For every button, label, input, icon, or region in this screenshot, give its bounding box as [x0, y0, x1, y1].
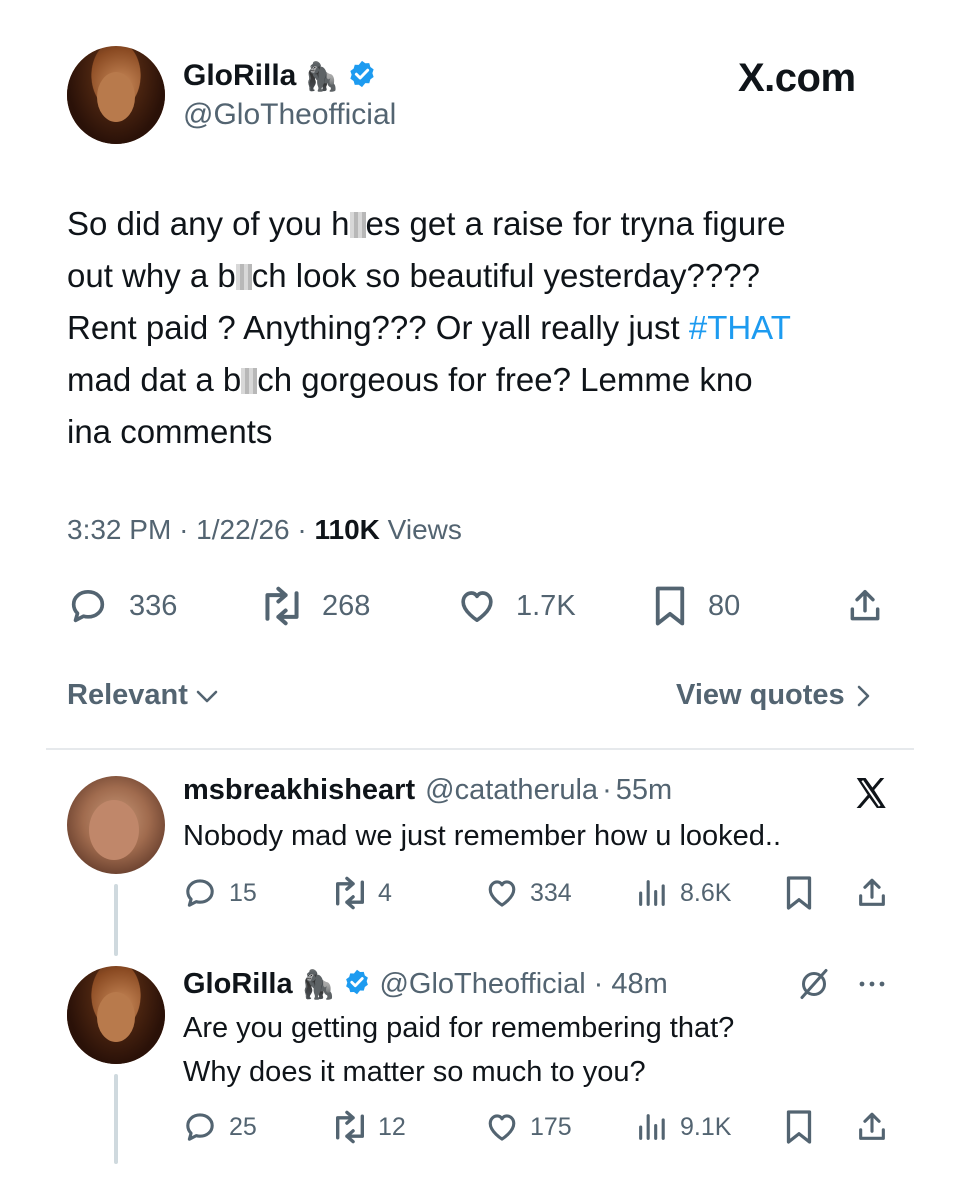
bookmark-button[interactable] [784, 1109, 814, 1145]
tweet-time[interactable]: 3:32 PM [67, 514, 171, 545]
tweet-line-2: out why a b ch look so beautiful yesterda… [67, 257, 760, 294]
repost-icon [265, 586, 299, 626]
like-count: 1.7K [516, 589, 576, 622]
more-options-icon[interactable] [854, 972, 890, 1001]
thread-line [114, 884, 118, 956]
analytics-icon [639, 1114, 665, 1140]
heart-icon [488, 1114, 516, 1141]
views-count: 110K [314, 514, 380, 545]
censor-blur [235, 264, 252, 290]
views-button[interactable]: 8.6K [634, 875, 731, 911]
repost-button[interactable]: 4 [330, 875, 392, 911]
reply-avatar[interactable] [67, 776, 165, 874]
bookmark-icon [786, 876, 812, 910]
like-count: 175 [530, 1112, 572, 1141]
tweet-meta: 3:32 PM · 1/22/26 · 110K Views [67, 514, 462, 545]
reply-button[interactable]: 15 [183, 875, 257, 911]
repost-icon [336, 1110, 364, 1144]
chevron-right-icon [857, 685, 869, 706]
share-icon [859, 1112, 885, 1140]
repost-button[interactable]: 268 [258, 586, 370, 626]
analytics-icon [639, 880, 665, 906]
bookmark-icon [655, 586, 685, 626]
author-handle[interactable]: @GloTheofficial [183, 98, 396, 132]
share-button[interactable] [855, 875, 889, 911]
reply-icon [186, 1113, 214, 1141]
reply-author-name[interactable]: GloRilla [183, 968, 293, 1001]
reply-age[interactable]: 55m [616, 774, 672, 807]
reply-author-name[interactable]: msbreakhisheart [183, 774, 415, 807]
relevant-label: Relevant [67, 679, 188, 711]
author-avatar[interactable] [67, 46, 165, 144]
like-count: 334 [530, 878, 572, 907]
tweet-line-4: mad dat a b ch gorgeous for free? Lemme k… [67, 361, 753, 398]
x-logo-icon [852, 774, 890, 817]
reply-icon [186, 879, 214, 907]
share-button[interactable] [855, 1109, 889, 1145]
like-button[interactable]: 334 [484, 875, 572, 911]
reply-count: 25 [229, 1112, 257, 1141]
bookmark-icon [786, 1110, 812, 1144]
view-quotes-link[interactable]: View quotes [676, 679, 871, 712]
thread-line [114, 1074, 118, 1164]
tweet-line-1: So did any of you h es get a raise for tr… [67, 205, 786, 242]
hashtag-link[interactable]: #THAT [689, 309, 791, 346]
reply-header: GloRilla 🦍 @GloTheofficial · 48m [183, 967, 668, 1001]
like-button[interactable]: 175 [484, 1109, 572, 1145]
tweet-date[interactable]: 1/22/26 [196, 514, 289, 545]
reply-count: 15 [229, 878, 257, 907]
repost-count: 4 [378, 878, 392, 907]
reply-text: Are you getting paid for remembering tha… [183, 1006, 734, 1094]
heart-icon [461, 591, 493, 622]
like-button[interactable]: 1.7K [456, 586, 576, 626]
relevant-sort-dropdown[interactable]: Relevant [67, 679, 220, 712]
reply-author-handle[interactable]: @catatherula [425, 774, 598, 807]
reply-age[interactable]: 48m [611, 968, 667, 1001]
censor-blur [241, 368, 258, 394]
gorilla-emoji: 🦍 [300, 968, 336, 1000]
repost-count: 12 [378, 1112, 406, 1141]
tweet-line-3: Rent paid ? Anything??? Or yall really j… [67, 309, 791, 346]
reply-text-line: Why does it matter so much to you? [183, 1056, 646, 1088]
verified-badge-icon [347, 59, 377, 94]
bookmark-button[interactable]: 80 [652, 586, 740, 626]
tweet-body: So did any of you h es get a raise for tr… [67, 198, 907, 458]
gorilla-emoji: 🦍 [304, 60, 340, 92]
reply-avatar[interactable] [67, 966, 165, 1064]
censor-blur [349, 212, 366, 238]
views-label: Views [387, 514, 462, 545]
views-button[interactable]: 9.1K [634, 1109, 731, 1145]
bookmark-count: 80 [708, 589, 741, 622]
reply-button[interactable]: 25 [183, 1109, 257, 1145]
reply-button[interactable]: 336 [67, 586, 177, 626]
heart-icon [488, 880, 516, 907]
views-count: 8.6K [680, 878, 732, 907]
repost-button[interactable]: 12 [330, 1109, 406, 1145]
x-com-watermark: X.com [738, 56, 856, 100]
reply-count: 336 [129, 589, 178, 622]
divider [46, 748, 914, 750]
reply-text-line: Are you getting paid for remembering tha… [183, 1012, 735, 1044]
view-quotes-label: View quotes [676, 679, 845, 711]
share-icon [859, 878, 885, 906]
chevron-down-icon [196, 690, 218, 702]
share-icon [850, 590, 880, 621]
author-name[interactable]: GloRilla [183, 59, 296, 93]
reply-author-handle[interactable]: @GloTheofficial [379, 968, 585, 1001]
verified-badge-icon [343, 968, 371, 1001]
reply-header: msbreakhisheart @catatherula · 55m [183, 774, 673, 807]
repost-icon [336, 876, 364, 910]
reply-text: Nobody mad we just remember how u looked… [183, 820, 782, 852]
share-button[interactable] [846, 586, 884, 626]
grok-icon[interactable] [796, 966, 832, 1007]
bookmark-button[interactable] [784, 875, 814, 911]
reply-icon [71, 590, 105, 623]
views-count: 9.1K [680, 1112, 732, 1141]
tweet-line-5: ina comments [67, 413, 273, 450]
repost-count: 268 [322, 589, 371, 622]
author-name-row: GloRilla 🦍 [183, 56, 377, 96]
